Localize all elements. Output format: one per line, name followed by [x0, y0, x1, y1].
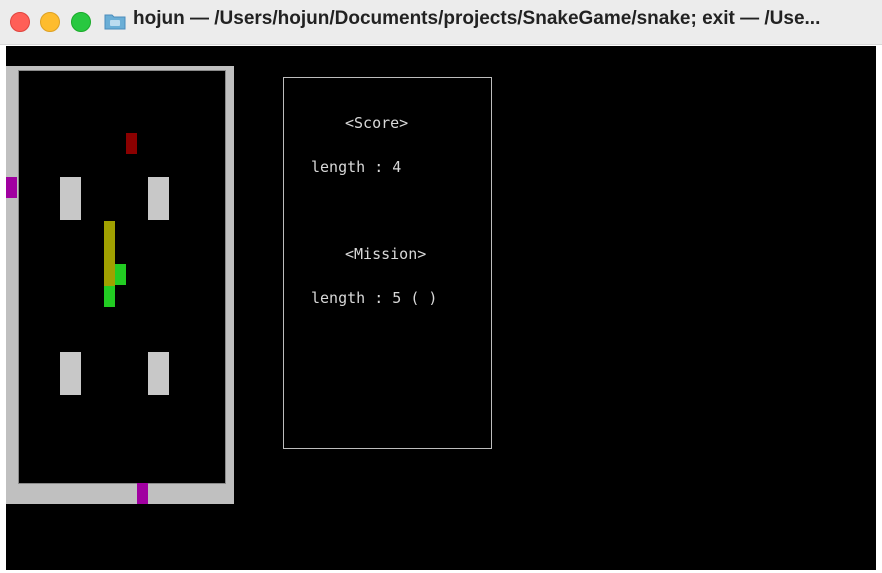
wall-block — [60, 352, 81, 395]
game-board — [6, 66, 234, 504]
score-heading: <Score> — [345, 114, 409, 132]
maximize-button[interactable] — [71, 12, 91, 32]
gate-bottom — [137, 483, 148, 504]
terminal-window: hojun — /Users/hojun/Documents/projects/… — [0, 0, 882, 573]
close-button[interactable] — [10, 12, 30, 32]
wall-block — [148, 352, 169, 395]
minimize-button[interactable] — [40, 12, 60, 32]
window-title: hojun — /Users/hojun/Documents/projects/… — [133, 8, 821, 29]
snake-body — [104, 221, 115, 286]
wall-block — [60, 177, 81, 220]
mission-length: length : 5 ( ) — [311, 289, 438, 307]
gate-left — [6, 177, 17, 198]
score-length: length : 4 — [311, 158, 402, 176]
poison-item — [126, 133, 137, 154]
folder-icon — [104, 14, 126, 30]
terminal-area[interactable]: <Score> length : 4 <Mission> length : 5 … — [6, 46, 876, 570]
title-bar[interactable]: hojun — /Users/hojun/Documents/projects/… — [0, 0, 882, 45]
score-panel: <Score> length : 4 <Mission> length : 5 … — [283, 77, 492, 449]
snake-segment — [104, 286, 115, 307]
snake-head — [115, 264, 126, 285]
wall-block — [148, 177, 169, 220]
mission-heading: <Mission> — [345, 245, 427, 263]
